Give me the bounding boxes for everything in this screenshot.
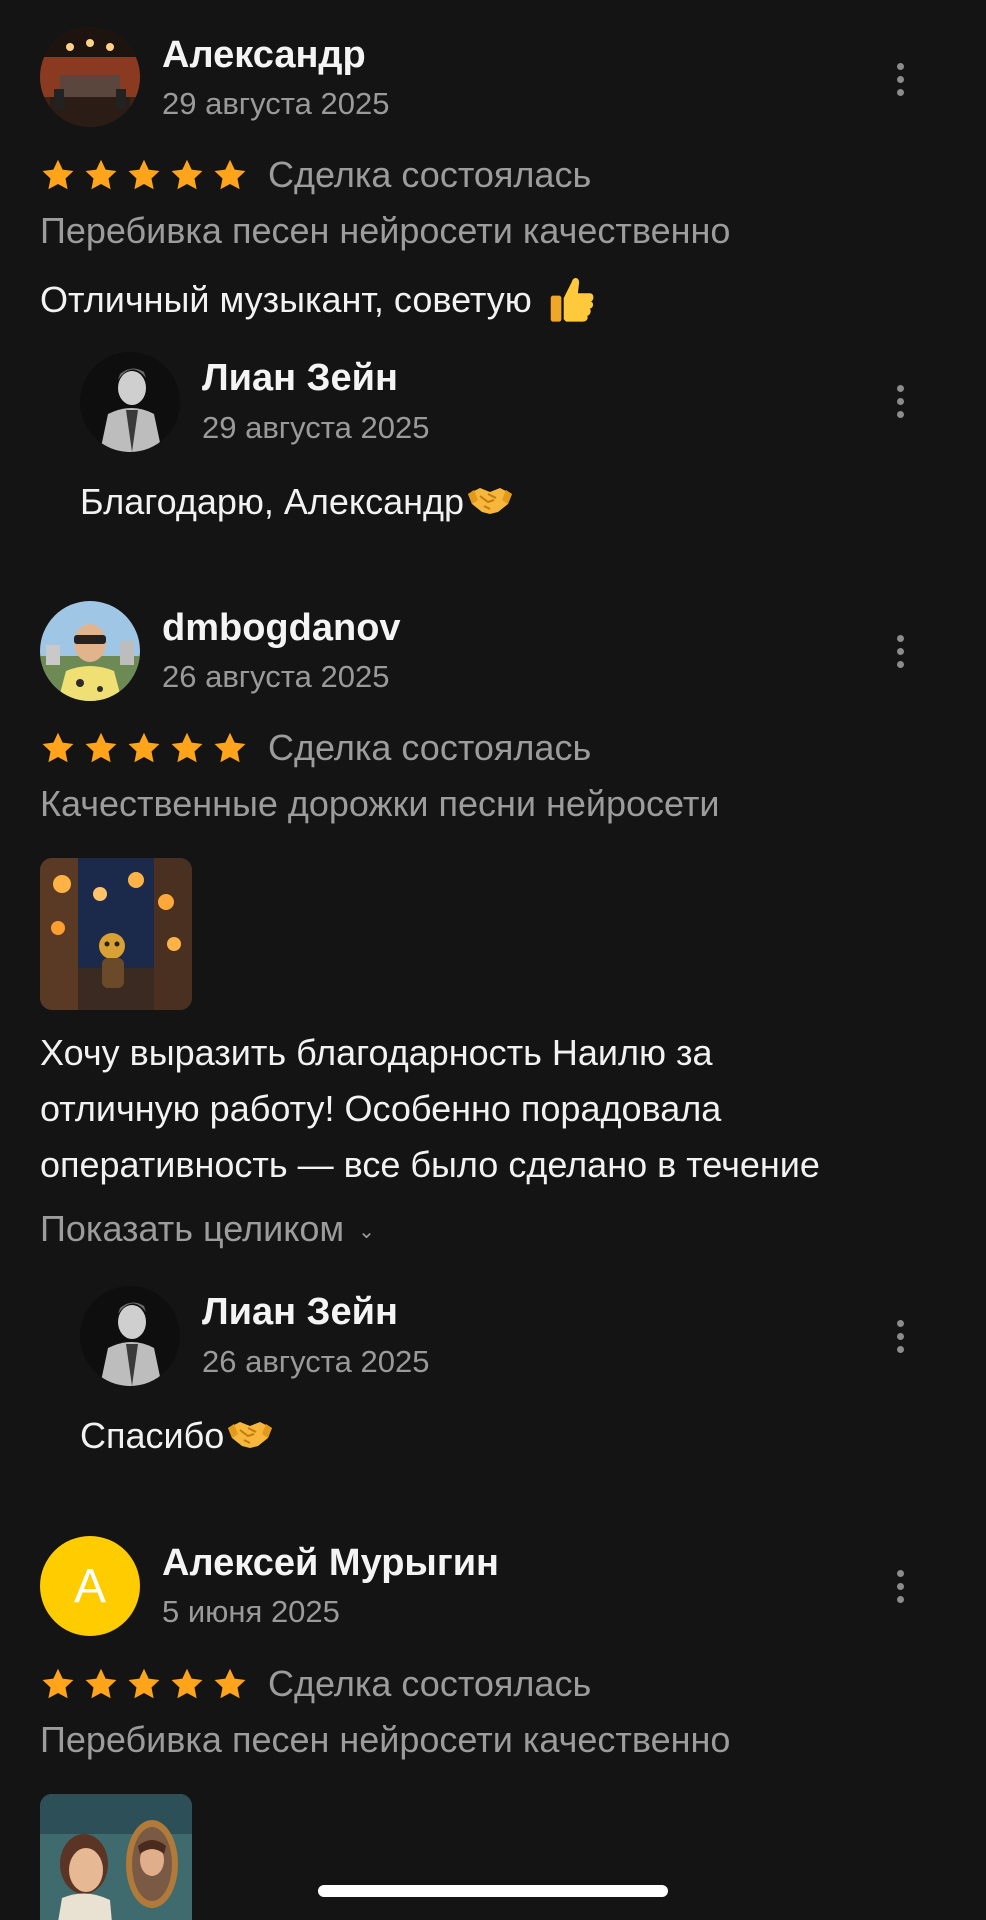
review-date: 29 августа 2025 xyxy=(162,86,390,121)
star-icon xyxy=(212,730,248,766)
deal-status: Сделка состоялась xyxy=(268,154,592,195)
thumbs-up-icon xyxy=(548,272,596,333)
review-text-line: Хочу выразить благодарность Наилю за xyxy=(40,1032,713,1073)
review-text: Отличный музыкант, советую xyxy=(40,272,596,333)
star-icon xyxy=(126,1666,162,1702)
reply-avatar[interactable] xyxy=(80,1286,180,1386)
more-options-icon[interactable] xyxy=(880,54,920,104)
author-name[interactable]: dmbogdanov xyxy=(162,607,401,650)
review-text-content: Отличный музыкант, советую xyxy=(40,279,532,321)
author-name[interactable]: Александр xyxy=(162,34,366,77)
more-options-icon[interactable] xyxy=(880,1561,920,1611)
star-icon xyxy=(40,730,76,766)
reply-text-content: Спасибо xyxy=(80,1415,225,1456)
review-photo[interactable] xyxy=(40,1794,192,1920)
star-icon xyxy=(83,1666,119,1702)
more-options-icon[interactable] xyxy=(880,626,920,676)
reply-text-content: Благодарю, Александр xyxy=(80,481,464,522)
star-icon xyxy=(126,730,162,766)
star-icon xyxy=(212,1666,248,1702)
avatar[interactable]: А xyxy=(40,1536,140,1636)
star-icon xyxy=(126,157,162,193)
star-icon xyxy=(83,157,119,193)
chevron-down-icon: ⌄ xyxy=(358,1220,375,1243)
avatar[interactable] xyxy=(40,27,140,127)
star-icon xyxy=(40,157,76,193)
avatar-letter: А xyxy=(73,1559,106,1613)
reply-author-name[interactable]: Лиан Зейн xyxy=(202,1291,398,1334)
star-icon xyxy=(169,157,205,193)
rating-row: Сделка состоялась xyxy=(40,726,591,770)
review-text-line: оперативность — все было сделано в течен… xyxy=(40,1144,820,1185)
rating-stars xyxy=(40,730,248,766)
star-icon xyxy=(169,1666,205,1702)
rating-stars xyxy=(40,157,248,193)
review-date: 5 июня 2025 xyxy=(162,1594,340,1629)
reply-avatar[interactable] xyxy=(80,352,180,452)
home-indicator[interactable] xyxy=(318,1885,668,1897)
author-name[interactable]: Алексей Мурыгин xyxy=(162,1542,499,1585)
more-options-icon[interactable] xyxy=(880,1311,920,1361)
show-more-button[interactable]: Показать целиком ⌄ xyxy=(40,1208,375,1250)
service-name: Перебивка песен нейросети качественно xyxy=(40,1719,731,1760)
handshake-icon xyxy=(226,1416,274,1461)
reply-date: 29 августа 2025 xyxy=(202,410,430,445)
star-icon xyxy=(169,730,205,766)
reply-author-name[interactable]: Лиан Зейн xyxy=(202,357,398,400)
review-photo[interactable] xyxy=(40,858,192,1010)
star-icon xyxy=(40,1666,76,1702)
deal-status: Сделка состоялась xyxy=(268,1663,592,1704)
more-options-icon[interactable] xyxy=(880,376,920,426)
review-date: 26 августа 2025 xyxy=(162,659,390,694)
review-text: Хочу выразить благодарность Наилю за отл… xyxy=(40,1025,920,1193)
rating-row: Сделка состоялась xyxy=(40,153,591,197)
show-more-label: Показать целиком xyxy=(40,1208,345,1249)
star-icon xyxy=(83,730,119,766)
reply-date: 26 августа 2025 xyxy=(202,1344,430,1379)
star-icon xyxy=(212,157,248,193)
deal-status: Сделка состоялась xyxy=(268,727,592,768)
reply-text: Спасибо xyxy=(80,1415,274,1461)
service-name: Перебивка песен нейросети качественно xyxy=(40,210,731,251)
avatar[interactable] xyxy=(40,601,140,701)
rating-row: Сделка состоялась xyxy=(40,1662,591,1706)
service-name: Качественные дорожки песни нейросети xyxy=(40,783,720,824)
review-text-line: отличную работу! Особенно порадовала xyxy=(40,1088,722,1129)
reply-text: Благодарю, Александр xyxy=(80,481,514,527)
rating-stars xyxy=(40,1666,248,1702)
handshake-icon xyxy=(466,482,514,527)
